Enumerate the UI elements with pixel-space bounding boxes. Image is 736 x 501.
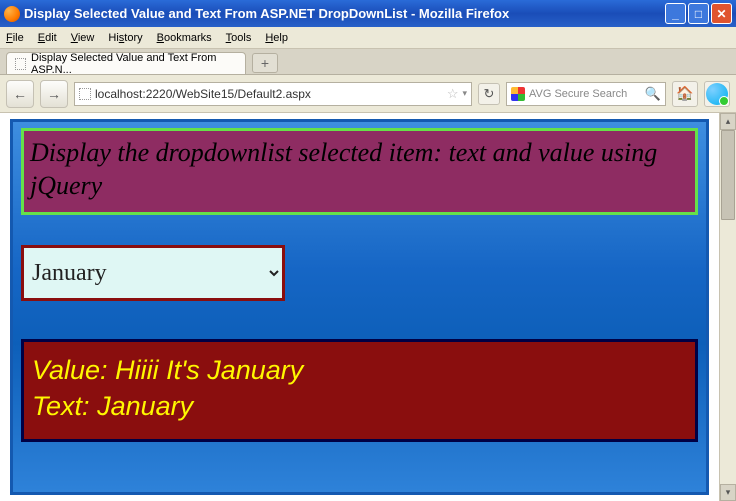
menubar: File Edit View History Bookmarks Tools H… [0,27,736,49]
result-value-text: Hiiii It's January [115,355,303,385]
close-button[interactable]: ✕ [711,3,732,24]
menu-history[interactable]: History [108,32,142,44]
dropdown-wrapper: January [21,245,285,301]
site-icon [79,88,91,100]
menu-edit[interactable]: Edit [38,32,57,44]
result-value-label: Value: [32,355,108,385]
result-text-label: Text: [32,391,90,421]
firefox-icon [4,6,20,22]
home-button[interactable]: 🏠 [672,81,698,107]
new-tab-button[interactable]: + [252,53,278,73]
search-icon[interactable]: 🔍 [645,86,661,102]
url-bar[interactable]: localhost:2220/WebSite15/Default2.aspx ☆… [74,82,472,106]
result-text-text: January [97,391,193,421]
result-panel: Value: Hiiii It's January Text: January [21,339,698,442]
search-box[interactable]: AVG Secure Search 🔍 [506,82,666,106]
menu-help[interactable]: Help [265,32,288,44]
page-icon [15,58,26,70]
viewport: Display the dropdownlist selected item: … [0,113,736,501]
skype-icon [706,83,728,105]
window-title: Display Selected Value and Text From ASP… [24,6,509,21]
menu-bookmarks[interactable]: Bookmarks [157,32,212,44]
toolbar: ← → localhost:2220/WebSite15/Default2.as… [0,75,736,113]
search-placeholder: AVG Secure Search [529,88,641,100]
menu-view[interactable]: View [71,32,95,44]
avg-icon [511,87,525,101]
scroll-thumb[interactable] [721,130,735,220]
reload-button[interactable]: ↻ [478,83,500,105]
vertical-scrollbar[interactable]: ▴ ▾ [719,113,736,501]
menu-tools[interactable]: Tools [226,32,252,44]
bookmark-star-icon[interactable]: ☆ [447,86,459,102]
back-button[interactable]: ← [6,80,34,108]
month-dropdown[interactable]: January [24,248,282,298]
scroll-up-button[interactable]: ▴ [720,113,736,130]
main-panel: Display the dropdownlist selected item: … [10,119,709,495]
result-value-line: Value: Hiiii It's January [32,352,687,388]
menu-file[interactable]: File [6,32,24,44]
result-text-line: Text: January [32,388,687,424]
tab-active[interactable]: Display Selected Value and Text From ASP… [6,52,246,74]
forward-button[interactable]: → [40,80,68,108]
url-dropdown-icon[interactable]: ▾ [462,88,467,99]
scroll-down-button[interactable]: ▾ [720,484,736,501]
maximize-button[interactable]: □ [688,3,709,24]
tabbar: Display Selected Value and Text From ASP… [0,49,736,75]
window-titlebar: Display Selected Value and Text From ASP… [0,0,736,27]
page-body: Display the dropdownlist selected item: … [0,113,719,501]
minimize-button[interactable]: _ [665,3,686,24]
skype-button[interactable] [704,81,730,107]
url-text: localhost:2220/WebSite15/Default2.aspx [95,87,443,101]
page-heading: Display the dropdownlist selected item: … [21,128,698,215]
tab-title: Display Selected Value and Text From ASP… [31,52,237,76]
